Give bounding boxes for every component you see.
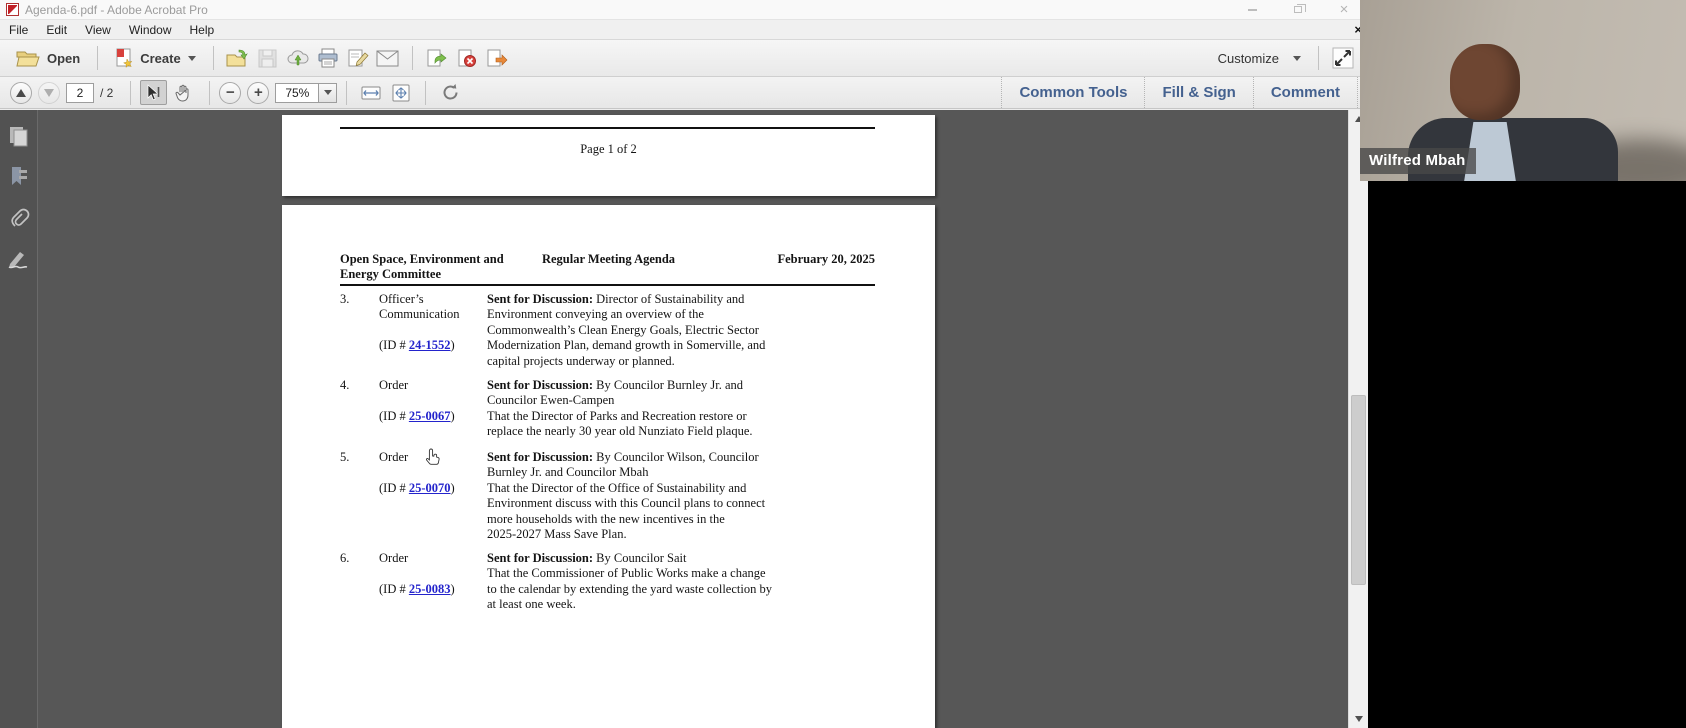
open-file-icon[interactable] [223,44,253,72]
menu-view[interactable]: View [76,20,120,39]
open-folder-icon [16,50,40,67]
item-id: (ID # 25-0067) [379,408,455,423]
separator [130,80,132,105]
item-number: 3. [340,292,350,306]
fit-width-icon[interactable] [356,79,386,107]
next-page-button [38,81,60,104]
rotate-view-icon[interactable] [435,79,465,107]
item-id: (ID # 25-0083) [379,581,455,596]
vertical-scrollbar[interactable] [1348,110,1368,728]
close-button[interactable]: × [1334,2,1354,17]
page1-footer-rule [340,127,875,129]
cloud-upload-icon[interactable] [283,44,313,72]
create-pdf-icon [115,48,133,68]
acrobat-window: Agenda-6.pdf - Adobe Acrobat Pro × File … [0,0,1368,728]
separator [212,46,214,70]
restore-button[interactable] [1288,3,1308,17]
sign-document-icon[interactable] [343,44,373,72]
zoom-dropdown-button[interactable] [319,82,338,103]
page-number-input[interactable] [66,82,94,103]
tab-fill-and-sign[interactable]: Fill & Sign [1144,77,1252,108]
scroll-down-icon[interactable] [1349,710,1369,728]
menu-edit[interactable]: Edit [37,20,76,39]
menu-bar: File Edit View Window Help × [0,20,1368,40]
item-id: (ID # 25-0070) [379,480,455,495]
acrobat-app-icon [6,3,19,16]
create-button[interactable]: Create [107,44,203,72]
document-area: Page 1 of 2 Open Space, Environment and … [0,110,1368,728]
zoom-in-button[interactable]: + [247,81,270,104]
window-title: Agenda-6.pdf - Adobe Acrobat Pro [25,2,208,17]
quick-tools-toolbar: Open Create Customize [0,40,1368,77]
item-description: Sent for Discussion: By Councilor Wilson… [487,450,766,542]
item-description: Sent for Discussion: By Councilor Burnle… [487,378,753,439]
export-page-icon[interactable] [422,44,452,72]
item-number: 4. [340,378,350,392]
navigation-toolbar: / 2 − + Common Tools Fill & Sign Comment [0,77,1368,109]
chevron-down-icon [187,55,196,61]
separator [411,46,413,70]
tab-common-tools[interactable]: Common Tools [1001,77,1144,108]
open-button[interactable]: Open [8,46,88,71]
fit-page-icon[interactable] [386,79,416,107]
email-icon[interactable] [373,44,403,72]
previous-page-button[interactable] [10,81,32,104]
separator [97,46,99,70]
page1-footer-text: Page 1 of 2 [580,142,637,156]
agenda-id-link[interactable]: 25-0070 [409,481,451,495]
item-id: (ID # 24-1552) [379,338,455,353]
item-type: Order (ID # 25-0067) [379,378,455,423]
hand-cursor-icon [425,448,441,466]
scrollbar-thumb[interactable] [1351,395,1366,585]
agenda-id-link[interactable]: 25-0067 [409,409,451,423]
separator [1318,46,1319,70]
page-total-label: / 2 [100,85,114,100]
page-thumbnails-icon[interactable] [7,124,31,148]
delete-page-icon[interactable] [452,44,482,72]
chevron-down-icon [1293,55,1301,61]
pdf-canvas[interactable]: Page 1 of 2 Open Space, Environment and … [39,110,1348,728]
signatures-icon[interactable] [7,246,31,270]
agenda-id-link[interactable]: 25-0083 [409,582,451,596]
menu-help[interactable]: Help [181,20,224,39]
participant-video[interactable]: Wilfred Mbah [1360,0,1686,181]
customize-label: Customize [1217,50,1279,66]
separator [209,80,211,105]
minimize-button[interactable] [1242,3,1262,17]
open-button-label: Open [47,50,81,66]
item-description: Sent for Discussion: Director of Sustain… [487,292,766,368]
title-bar: Agenda-6.pdf - Adobe Acrobat Pro × [0,0,1368,20]
customize-button[interactable]: Customize [1210,47,1309,70]
zoom-level-input[interactable] [275,82,320,103]
tab-comment[interactable]: Comment [1252,77,1358,108]
item-number: 6. [340,551,350,565]
window-controls: × [1242,2,1368,17]
participant-name-tag: Wilfred Mbah [1360,148,1477,174]
pdf-page-2: Open Space, Environment and Energy Commi… [282,205,935,728]
menu-window[interactable]: Window [120,20,181,39]
pdf-page-1: Page 1 of 2 [282,115,935,196]
select-tool-button[interactable] [140,80,168,105]
agenda-date: February 20, 2025 [777,252,875,266]
fullscreen-expand-icon[interactable] [1328,44,1358,72]
separator [425,80,427,105]
hand-tool-button[interactable] [170,80,197,105]
participant-figure [1450,44,1520,120]
extract-page-icon[interactable] [482,44,512,72]
item-type: Order (ID # 25-0083) [379,551,455,596]
create-button-label: Create [140,50,181,66]
agenda-id-link[interactable]: 24-1552 [409,338,451,352]
header-rule [340,284,875,286]
save-icon[interactable] [253,44,283,72]
attachments-icon[interactable] [7,206,31,230]
navigation-pane [0,110,38,728]
menu-file[interactable]: File [0,20,37,39]
zoom-out-button[interactable]: − [219,81,242,104]
item-number: 5. [340,450,350,464]
item-type: Officer’s Communication (ID # 24-1552) [379,292,460,353]
item-description: Sent for Discussion: By Councilor Sait T… [487,551,772,612]
print-icon[interactable] [313,44,343,72]
separator [346,80,348,105]
bookmarks-icon[interactable] [7,164,31,188]
